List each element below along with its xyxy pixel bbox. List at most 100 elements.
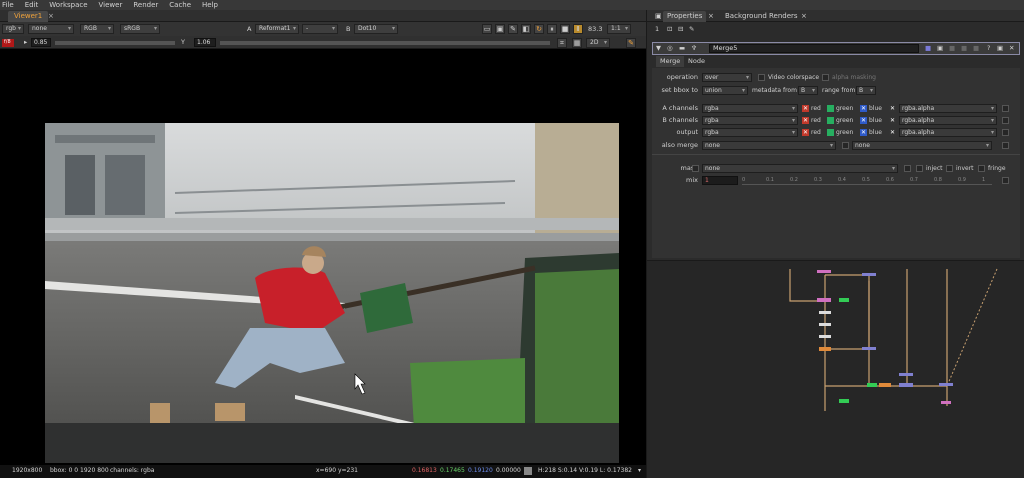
viewer-image[interactable] xyxy=(45,123,619,463)
mask-dropdown[interactable]: none xyxy=(702,164,898,173)
stop-icon[interactable]: ■ xyxy=(560,24,570,34)
b-channels-menu-icon[interactable] xyxy=(1002,117,1009,124)
gain-field[interactable]: 0.85 xyxy=(31,38,51,47)
pause-render-icon[interactable]: Ⅱ xyxy=(573,24,583,34)
alpha-masking-checkbox[interactable] xyxy=(822,74,829,81)
a-blue-checkbox[interactable]: ✕ xyxy=(860,105,867,112)
a-green-checkbox[interactable] xyxy=(827,105,834,112)
output-dropdown[interactable]: rgba xyxy=(702,128,798,137)
out-alpha-dropdown[interactable]: rgba.alpha xyxy=(899,128,997,137)
expand-arrow-icon[interactable]: ▼ xyxy=(656,44,661,53)
mix-field[interactable]: 1 xyxy=(702,176,738,185)
pencil-icon[interactable]: ✎ xyxy=(626,38,636,48)
operation-dropdown[interactable]: over xyxy=(702,73,752,82)
video-colorspace-checkbox[interactable] xyxy=(758,74,765,81)
b-red-checkbox[interactable]: ✕ xyxy=(802,117,809,124)
status-menu-icon[interactable]: ▾ xyxy=(638,467,641,474)
close-icon[interactable]: × xyxy=(48,11,54,22)
redo-icon[interactable]: ■ xyxy=(961,44,967,53)
also-merge-dropdown[interactable]: none xyxy=(702,141,836,150)
snapshot-icon[interactable]: ◧ xyxy=(521,24,531,34)
tab-viewer1[interactable]: Viewer1 xyxy=(8,11,49,22)
input-a-dropdown[interactable]: Reformat1 xyxy=(255,24,299,34)
tab-background-renders[interactable]: Background Renders xyxy=(721,11,802,22)
gamma-field[interactable]: 1.06 xyxy=(194,38,216,47)
b-alpha-checkbox[interactable]: ✕ xyxy=(889,117,896,124)
channels-dropdown[interactable]: rgb xyxy=(2,24,24,34)
output-menu-icon[interactable] xyxy=(1002,129,1009,136)
b-channels-dropdown[interactable]: rgba xyxy=(702,116,798,125)
revert-icon[interactable]: ■ xyxy=(973,44,979,53)
close-icon[interactable]: ✕ xyxy=(1009,44,1014,53)
close-icon[interactable]: × xyxy=(797,11,811,22)
also-merge-checkbox[interactable] xyxy=(842,142,849,149)
color-swatch-icon[interactable]: ■ xyxy=(925,44,931,53)
zoom-ratio-dropdown[interactable]: 1:1 xyxy=(607,24,631,34)
also-merge-menu-icon[interactable] xyxy=(1002,142,1009,149)
out-green-checkbox[interactable] xyxy=(827,129,834,136)
float-icon[interactable]: ▬ xyxy=(679,44,685,53)
help-icon[interactable]: ? xyxy=(987,44,990,53)
menu-render[interactable]: Render xyxy=(133,1,158,9)
a-alpha-checkbox[interactable]: ✕ xyxy=(889,105,896,112)
menu-workspace[interactable]: Workspace xyxy=(49,1,87,9)
view-mode-dropdown[interactable]: 2D xyxy=(586,38,610,48)
tab-properties[interactable]: Properties xyxy=(663,11,707,22)
b-green-checkbox[interactable] xyxy=(827,117,834,124)
mix-slider[interactable]: 0 0.1 0.2 0.3 0.4 0.5 0.6 0.7 0.8 0.9 1 xyxy=(742,176,992,185)
invert-checkbox[interactable] xyxy=(946,165,953,172)
mask-menu-icon[interactable] xyxy=(904,165,911,172)
b-blue-checkbox[interactable]: ✕ xyxy=(860,117,867,124)
crop-icon[interactable]: ⌗ xyxy=(557,38,567,48)
input-b-dropdown[interactable]: Dot10 xyxy=(354,24,398,34)
maximize-icon[interactable]: ▣ xyxy=(997,44,1003,53)
collapse-icon[interactable]: ⊟ xyxy=(678,24,683,34)
tab-merge[interactable]: Merge xyxy=(656,56,685,67)
colorspace-dropdown[interactable]: sRGB xyxy=(120,24,160,34)
menu-edit[interactable]: Edit xyxy=(25,1,39,9)
region-icon[interactable]: ▣ xyxy=(495,24,505,34)
a-channels-menu-icon[interactable] xyxy=(1002,105,1009,112)
b-alpha-dropdown[interactable]: rgba.alpha xyxy=(899,116,997,125)
center-node-icon[interactable]: ◎ xyxy=(667,44,673,53)
metadata-from-dropdown[interactable]: B xyxy=(798,86,818,95)
gain-arrow-icon[interactable]: ▸ xyxy=(24,37,27,47)
out-alpha-checkbox[interactable]: ✕ xyxy=(889,129,896,136)
out-blue-checkbox[interactable]: ✕ xyxy=(860,129,867,136)
a-channels-dropdown[interactable]: rgba xyxy=(702,104,798,113)
gamma-slider[interactable] xyxy=(220,41,550,45)
close-icon[interactable]: × xyxy=(704,11,718,22)
menu-cache[interactable]: Cache xyxy=(169,1,191,9)
layer-dropdown[interactable]: RGB xyxy=(80,24,114,34)
also-merge-dropdown-2[interactable]: none xyxy=(852,141,992,150)
fringe-checkbox[interactable] xyxy=(978,165,985,172)
node-color-icon[interactable]: ♆ xyxy=(691,44,697,53)
node-name-field[interactable]: Merge5 xyxy=(709,44,919,53)
menu-file[interactable]: File xyxy=(2,1,14,9)
mask-checkbox[interactable] xyxy=(692,165,699,172)
out-red-checkbox[interactable]: ✕ xyxy=(802,129,809,136)
menu-help[interactable]: Help xyxy=(202,1,218,9)
set-bbox-dropdown[interactable]: union xyxy=(702,86,748,95)
a-alpha-dropdown[interactable]: rgba.alpha xyxy=(899,104,997,113)
pin-icon[interactable]: ✎ xyxy=(689,24,694,34)
fit-icon[interactable]: ▦ xyxy=(572,38,582,48)
inject-checkbox[interactable] xyxy=(916,165,923,172)
mix-anim-icon[interactable] xyxy=(1002,177,1009,184)
a-red-checkbox[interactable]: ✕ xyxy=(802,105,809,112)
lock-icon[interactable]: ⊡ xyxy=(667,24,672,34)
pause-icon[interactable]: ⏸ xyxy=(547,24,557,34)
tab-node[interactable]: Node xyxy=(684,56,709,67)
roi-icon[interactable]: ▭ xyxy=(482,24,492,34)
alpha-dropdown[interactable]: none xyxy=(28,24,74,34)
copy-icon[interactable]: ▣ xyxy=(937,44,943,53)
node-graph[interactable] xyxy=(646,260,1024,478)
b-green-label: green xyxy=(836,117,854,124)
range-from-dropdown[interactable]: B xyxy=(856,86,876,95)
gain-slider[interactable] xyxy=(55,41,175,45)
paint-icon[interactable]: ✎ xyxy=(508,24,518,34)
undo-icon[interactable]: ■ xyxy=(949,44,955,53)
menu-viewer[interactable]: Viewer xyxy=(99,1,123,9)
refresh-icon[interactable]: ↻ xyxy=(534,24,544,34)
composite-dropdown[interactable]: - xyxy=(302,24,338,34)
